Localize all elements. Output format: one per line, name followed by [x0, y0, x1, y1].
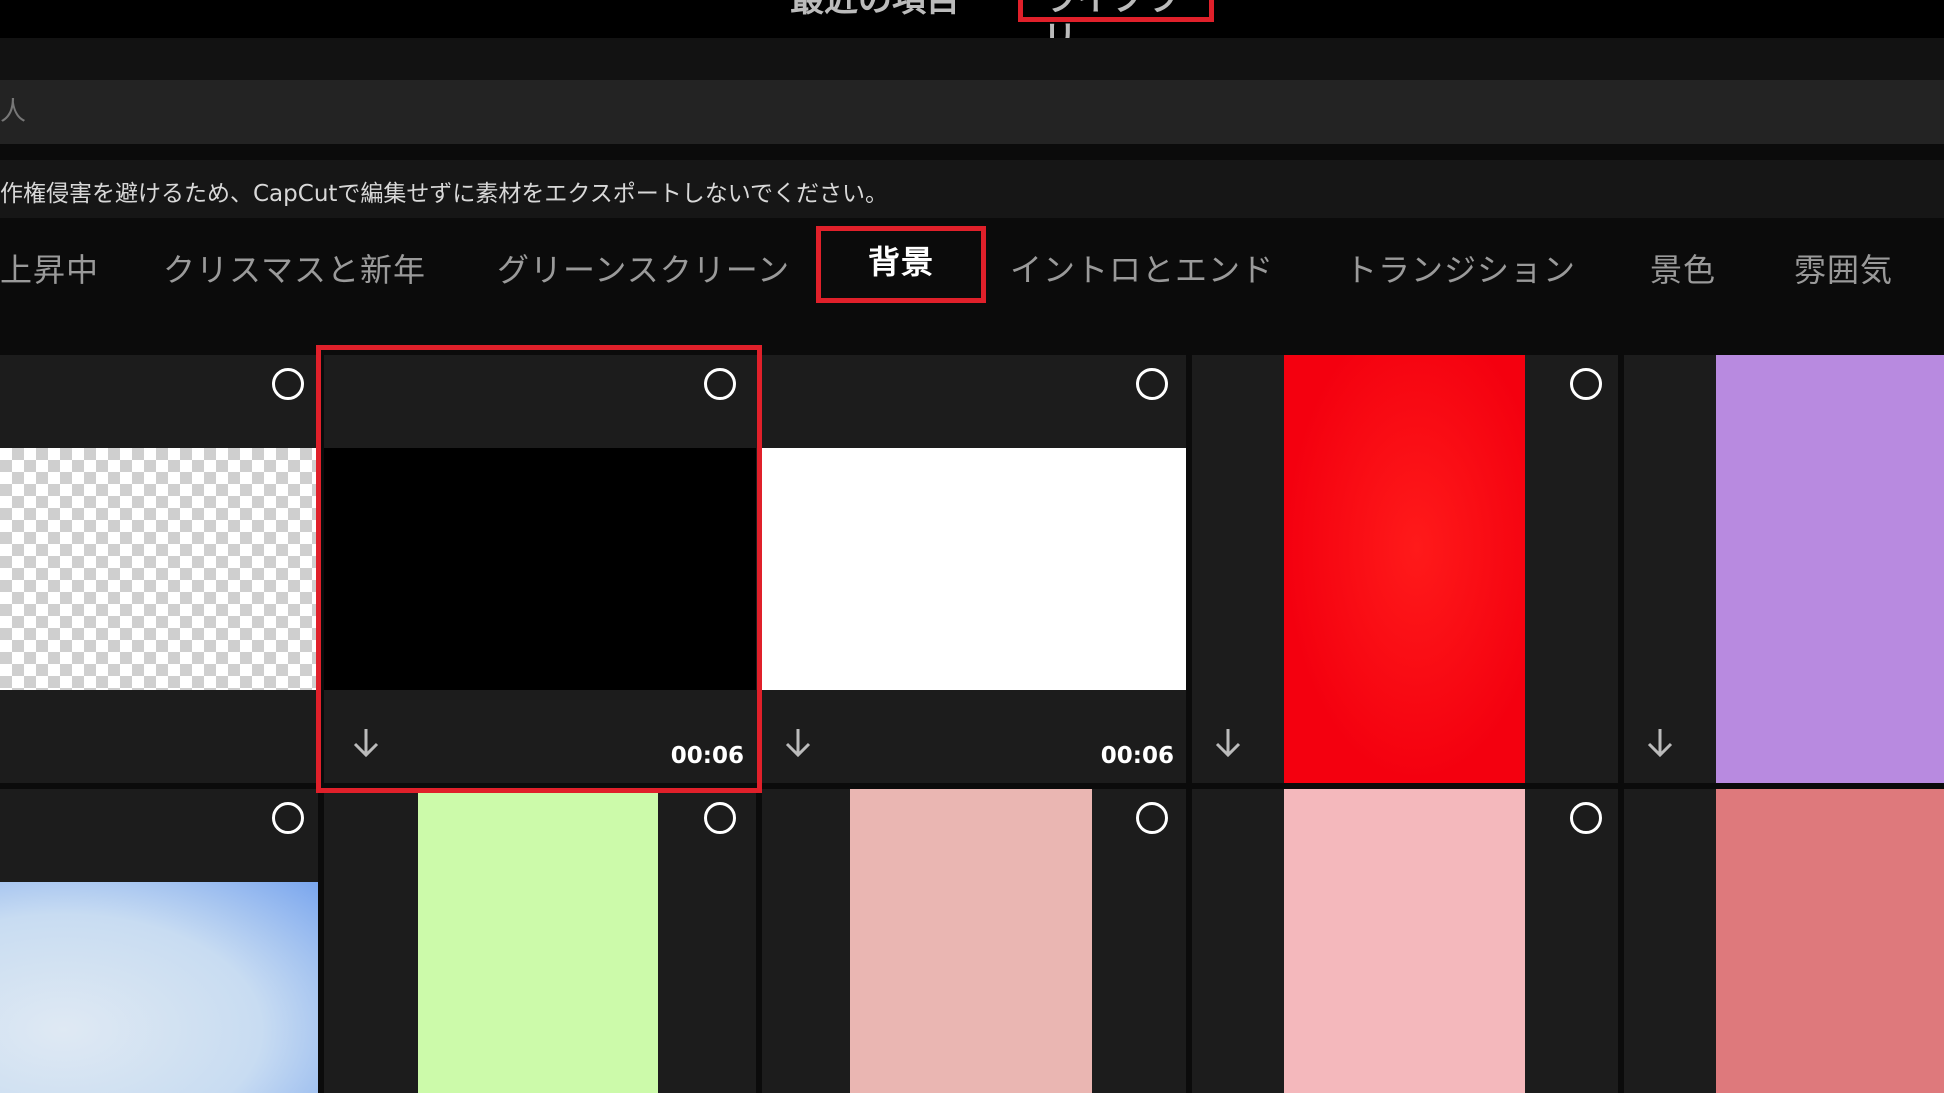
- transparent-thumbnail: [0, 448, 318, 690]
- lavender-thumbnail: [1716, 355, 1944, 783]
- media-tile-black[interactable]: 00:06: [324, 355, 756, 783]
- tab-recent[interactable]: 最近の項目: [790, 0, 960, 20]
- dusty-pink-thumbnail: [850, 789, 1092, 1093]
- red-thumbnail: [1284, 355, 1525, 783]
- tab-library-label: ライブラリ: [1043, 0, 1179, 38]
- select-circle-icon[interactable]: [704, 802, 736, 834]
- media-tile-red[interactable]: [1192, 355, 1618, 783]
- notice-text: 作権侵害を避けるため、CapCutで編集せずに素材をエクスポートしないでください…: [0, 181, 889, 207]
- top-tab-bar: 最近の項目 ライブラリ: [0, 0, 1944, 38]
- select-circle-icon[interactable]: [1570, 368, 1602, 400]
- select-circle-icon[interactable]: [1136, 368, 1168, 400]
- download-icon[interactable]: [346, 723, 386, 763]
- select-circle-icon[interactable]: [272, 368, 304, 400]
- search-input[interactable]: [0, 80, 1900, 144]
- white-thumbnail: [762, 448, 1186, 690]
- select-circle-icon[interactable]: [272, 802, 304, 834]
- download-icon[interactable]: [778, 723, 818, 763]
- search-bar[interactable]: [0, 80, 1944, 144]
- tab-green-screen[interactable]: グリーンスクリーン: [497, 242, 790, 298]
- media-grid: 00:06 00:06: [0, 345, 1944, 1093]
- tab-trending[interactable]: 上昇中: [0, 242, 99, 298]
- tab-background[interactable]: 背景: [816, 226, 986, 303]
- category-tabs: 上昇中 クリスマスと新年 グリーンスクリーン 背景 イントロとエンド トランジシ…: [0, 218, 1944, 338]
- media-tile-light-green[interactable]: [324, 789, 756, 1093]
- download-icon[interactable]: [1208, 723, 1248, 763]
- media-tile-lavender[interactable]: [1624, 355, 1944, 783]
- duration-label: 00:06: [1100, 743, 1174, 769]
- tab-intro-end[interactable]: イントロとエンド: [1010, 242, 1274, 298]
- download-icon[interactable]: [1640, 723, 1680, 763]
- media-tile-blue-gradient[interactable]: [0, 789, 318, 1093]
- tab-christmas-newyear[interactable]: クリスマスと新年: [163, 242, 426, 298]
- media-tile-coral[interactable]: [1624, 789, 1944, 1093]
- duration-label: 00:06: [670, 743, 744, 769]
- spacer-band: [0, 38, 1944, 80]
- copyright-notice: 作権侵害を避けるため、CapCutで編集せずに素材をエクスポートしないでください…: [0, 160, 1944, 218]
- tab-scenery[interactable]: 景色: [1650, 242, 1716, 298]
- light-green-thumbnail: [418, 789, 658, 1093]
- select-circle-icon[interactable]: [1570, 802, 1602, 834]
- tab-library[interactable]: ライブラリ: [1018, 0, 1214, 38]
- tab-transition[interactable]: トランジション: [1345, 242, 1576, 298]
- coral-thumbnail: [1716, 789, 1944, 1093]
- media-tile-transparent[interactable]: [0, 355, 318, 783]
- tab-atmosphere[interactable]: 雰囲気: [1794, 242, 1893, 298]
- select-circle-icon[interactable]: [704, 368, 736, 400]
- media-tile-dusty-pink[interactable]: [762, 789, 1186, 1093]
- light-pink-thumbnail: [1284, 789, 1525, 1093]
- black-thumbnail: [324, 448, 756, 690]
- divider: [0, 144, 1944, 160]
- blue-gradient-thumbnail: [0, 882, 318, 1093]
- media-tile-white[interactable]: 00:06: [756, 355, 1186, 783]
- media-tile-light-pink[interactable]: [1192, 789, 1618, 1093]
- select-circle-icon[interactable]: [1136, 802, 1168, 834]
